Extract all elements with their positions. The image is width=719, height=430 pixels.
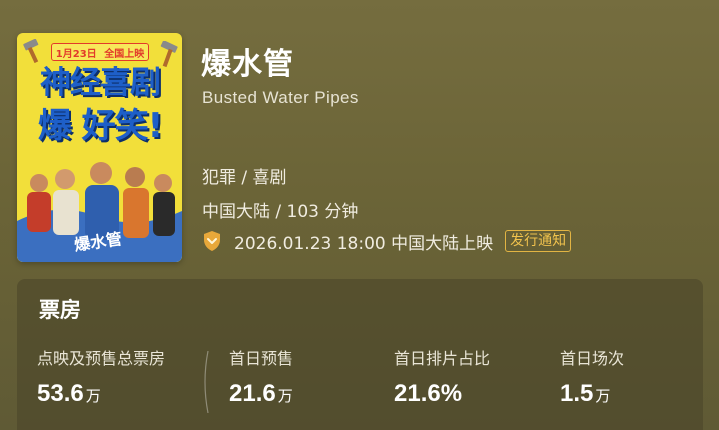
shield-icon <box>204 231 220 251</box>
movie-title: 爆水管 <box>201 47 294 82</box>
stat-value-presale: 21.6 万 <box>229 380 293 407</box>
poster-release-tag: 全国上映 <box>104 48 145 60</box>
movie-detail-page: 1月23日 全国上映 神经喜剧 爆 好笑! 爆水管 爆水管 Busted Wat… <box>0 0 719 430</box>
stat-label-screening-share: 首日排片占比 <box>394 349 491 368</box>
stat-value-total: 53.6 万 <box>37 380 101 407</box>
poster-headline-1: 神经喜剧 <box>40 65 161 101</box>
stat-label-total: 点映及预售总票房 <box>37 349 166 368</box>
release-info-row: 2026.01.23 18:00 中国大陆上映 发行通知 <box>202 229 572 254</box>
poster-headline-2: 爆 好笑! <box>37 106 163 146</box>
release-notice-button[interactable]: 发行通知 <box>505 230 572 252</box>
release-badge: 1月23日 全国上映 <box>51 43 149 61</box>
box-office-title: 票房 <box>39 298 81 322</box>
stat-value-screening-share: 21.6% <box>394 380 463 407</box>
movie-english-title: Busted Water Pipes <box>202 88 359 107</box>
poster-release-date: 1月23日 <box>55 48 97 60</box>
stat-label-presale: 首日预售 <box>229 349 294 368</box>
movie-poster[interactable]: 1月23日 全国上映 神经喜剧 爆 好笑! 爆水管 <box>17 33 182 262</box>
stat-label-sessions: 首日场次 <box>560 349 625 368</box>
movie-region-duration: 中国大陆 / 103 分钟 <box>202 202 359 222</box>
stat-value-sessions: 1.5 万 <box>560 380 611 407</box>
hammer-icon <box>23 39 39 63</box>
box-office-card: 票房 点映及预售总票房 53.6 万 首日预售 21.6 万 首日排片占比 21.6… <box>17 279 703 430</box>
movie-genre: 犯罪 / 喜剧 <box>202 168 287 188</box>
release-date-text: 2026.01.23 18:00 中国大陆上映 <box>234 233 494 254</box>
stat-divider <box>204 351 209 413</box>
poster-cast-illustration: 爆水管 <box>17 161 182 262</box>
